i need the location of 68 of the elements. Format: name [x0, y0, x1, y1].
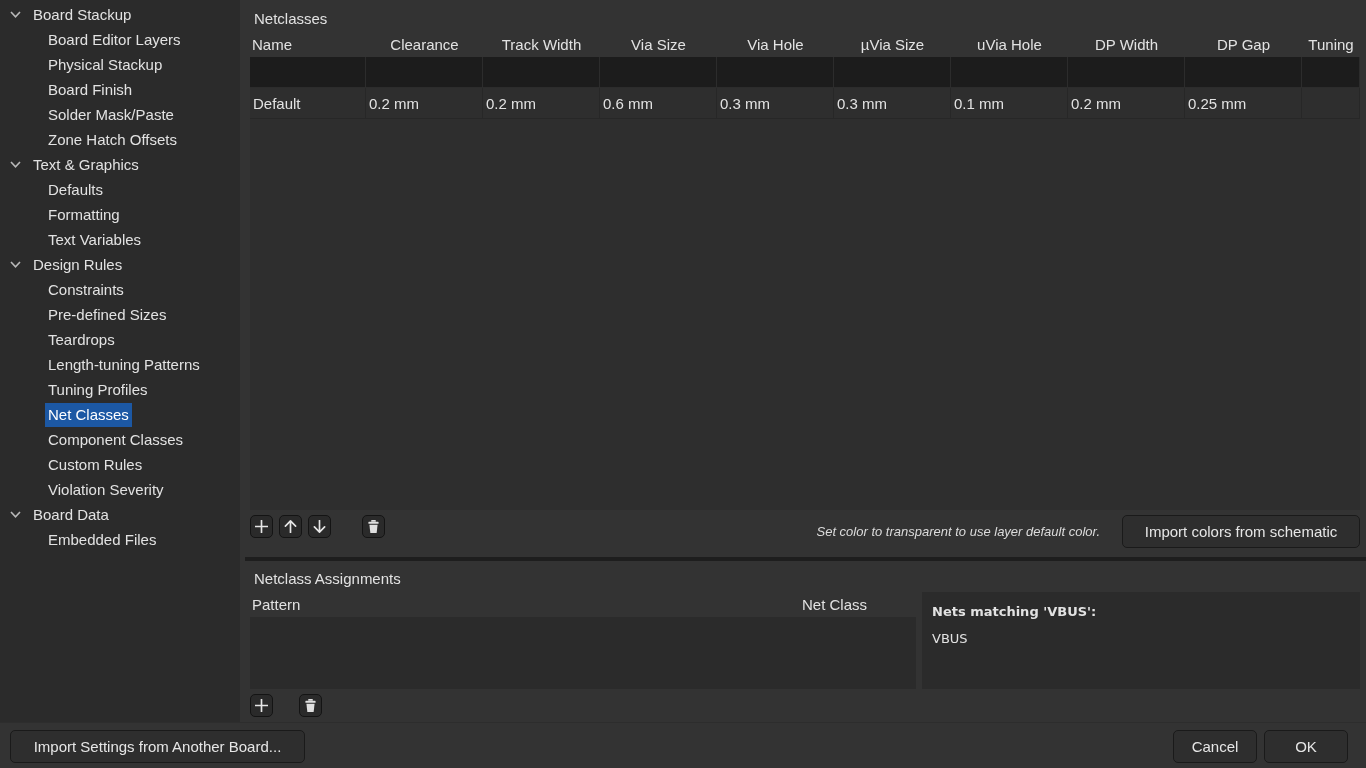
import-colors-button[interactable]: Import colors from schematic: [1122, 515, 1360, 548]
sidebar-item[interactable]: Custom Rules: [45, 452, 146, 477]
table-cell: 0.3 mm: [717, 88, 834, 119]
trash-icon: [304, 699, 317, 712]
delete-button[interactable]: [362, 515, 385, 538]
dialog-button[interactable]: OK: [1264, 730, 1348, 763]
table-cell: Default: [250, 88, 366, 119]
column-header[interactable]: uVia Hole: [977, 36, 1042, 53]
sidebar-item[interactable]: Zone Hatch Offsets: [45, 127, 180, 152]
column-header[interactable]: DP Width: [1094, 36, 1159, 53]
sidebar-item[interactable]: Defaults: [45, 177, 107, 202]
hint-text: Set color to transparent to use layer default color.: [816, 523, 1100, 541]
column-header[interactable]: Via Hole: [747, 36, 804, 53]
table-cell: 0.2 mm: [483, 88, 600, 119]
chevron-icon[interactable]: [10, 11, 21, 18]
sidebar-item[interactable]: Component Classes: [45, 427, 187, 452]
dialog-button[interactable]: Cancel: [1173, 730, 1257, 763]
tree-group[interactable]: Text & Graphics: [33, 152, 139, 177]
column-header[interactable]: Name: [252, 36, 292, 53]
arrow-down-icon: [313, 520, 326, 533]
column-header[interactable]: µVia Size: [860, 36, 925, 53]
table-cell: 0.2 mm: [1068, 88, 1185, 119]
plus-icon: [255, 520, 268, 533]
table-cell: 0.3 mm: [834, 88, 951, 119]
trash-icon: [367, 520, 380, 533]
table-cell: 0.1 mm: [951, 88, 1068, 119]
column-header[interactable]: Track Width: [501, 36, 582, 53]
net-name: VBUS: [932, 630, 968, 648]
add-button[interactable]: [250, 515, 273, 538]
sidebar-item[interactable]: Board Editor Layers: [45, 27, 184, 52]
sidebar-item[interactable]: Pre-defined Sizes: [45, 302, 170, 327]
sidebar-item[interactable]: Violation Severity: [45, 477, 167, 502]
tree-group[interactable]: Design Rules: [33, 252, 123, 277]
sidebar-item[interactable]: Constraints: [45, 277, 127, 302]
arrow-up-icon: [284, 520, 297, 533]
column-header[interactable]: Net Class: [800, 595, 916, 613]
sidebar-item[interactable]: Tuning Profiles: [45, 377, 151, 402]
move-down-button[interactable]: [308, 515, 331, 538]
column-header[interactable]: Via Size: [631, 36, 686, 53]
column-header[interactable]: Pattern: [250, 595, 301, 613]
chevron-icon[interactable]: [10, 511, 21, 518]
delete-button[interactable]: [299, 694, 322, 717]
table-cell: 0.6 mm: [600, 88, 717, 119]
sidebar-item[interactable]: Embedded Files: [45, 527, 160, 552]
sidebar-item[interactable]: Solder Mask/Paste: [45, 102, 177, 127]
tree-group[interactable]: Board Data: [33, 502, 109, 527]
sidebar-item[interactable]: Teardrops: [45, 327, 118, 352]
column-header[interactable]: Tuning: [1308, 36, 1354, 53]
sidebar-item[interactable]: Text Variables: [45, 227, 145, 252]
sidebar-item[interactable]: Physical Stackup: [45, 52, 166, 77]
table-cell: 0.2 mm: [366, 88, 483, 119]
move-up-button[interactable]: [279, 515, 302, 538]
sidebar-item[interactable]: Net Classes: [45, 402, 132, 427]
sidebar-item[interactable]: Board Finish: [45, 77, 136, 102]
plus-icon: [255, 699, 268, 712]
panel-title: Nets matching 'VBUS':: [932, 603, 1097, 621]
section-title: Netclass Assignments: [253, 569, 402, 589]
import-settings-button[interactable]: Import Settings from Another Board...: [10, 730, 305, 763]
sidebar-item[interactable]: Formatting: [45, 202, 123, 227]
sidebar-item[interactable]: Length-tuning Patterns: [45, 352, 203, 377]
section-title: Netclasses: [253, 9, 329, 29]
chevron-icon[interactable]: [10, 261, 21, 268]
table-cell: 0.25 mm: [1185, 88, 1302, 119]
column-header[interactable]: DP Gap: [1216, 36, 1271, 53]
chevron-icon[interactable]: [10, 161, 21, 168]
tree-group[interactable]: Board Stackup: [33, 2, 132, 27]
add-button[interactable]: [250, 694, 273, 717]
column-header[interactable]: Clearance: [390, 36, 459, 53]
